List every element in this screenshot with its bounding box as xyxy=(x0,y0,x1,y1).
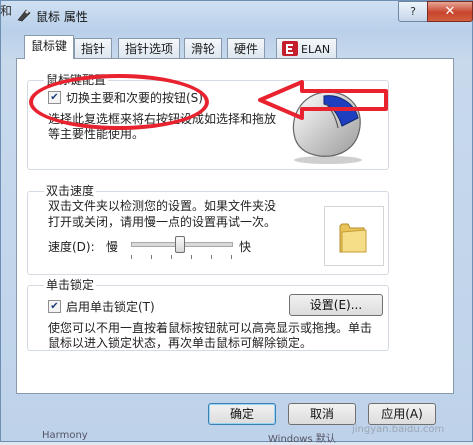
mouse-app-icon xyxy=(17,9,31,22)
close-button[interactable]: ✕ xyxy=(427,1,473,22)
slider-tick xyxy=(171,255,172,259)
watermark: jingyan.baidu.com xyxy=(352,424,445,435)
slider-tick xyxy=(231,255,232,259)
tab-hardware[interactable]: 硬件 xyxy=(227,38,266,58)
speed-fast-label: 快 xyxy=(239,240,252,254)
help-button[interactable]: ? xyxy=(398,1,428,22)
tab-elan-label: ELAN xyxy=(301,43,331,56)
annotation-ellipse xyxy=(29,74,209,130)
folder-icon[interactable] xyxy=(338,220,368,254)
tab-pointer-options[interactable]: 指针选项 xyxy=(118,38,181,58)
annotation-arrow-icon xyxy=(258,80,388,120)
slider-tick xyxy=(151,255,152,259)
elan-icon xyxy=(282,41,298,56)
click-lock-checkbox[interactable]: ✔ xyxy=(48,300,61,313)
speed-slow-label: 慢 xyxy=(106,240,119,254)
tab-buttons[interactable]: 鼠标键 xyxy=(24,35,75,59)
tab-pointers[interactable]: 指针 xyxy=(74,38,113,58)
ok-button[interactable]: 确定 xyxy=(208,403,276,425)
window-title: 鼠标 属性 xyxy=(36,10,88,24)
tab-wheel[interactable]: 滑轮 xyxy=(184,38,223,58)
click-lock-desc-line2: 鼠标以进入锁定状态，再次单击鼠标可解除锁定。 xyxy=(48,336,313,350)
double-click-desc-line1: 双击文件夹以检测您的设置。如果文件夹没 xyxy=(48,199,277,213)
speed-slider-thumb[interactable] xyxy=(175,236,185,253)
slider-tick xyxy=(191,255,192,259)
apply-button[interactable]: 应用(A) xyxy=(368,403,436,425)
background-text-right: Windows 默认 xyxy=(268,434,336,445)
click-lock-group-label: 单击锁定 xyxy=(44,276,97,293)
double-click-desc-line2: 打开或关闭，请用慢一点的设置再试一次。 xyxy=(48,215,277,229)
click-lock-settings-button[interactable]: 设置(E)... xyxy=(289,294,383,316)
background-text-left: Harmony xyxy=(42,430,88,441)
click-lock-label[interactable]: 启用单击锁定(T) xyxy=(66,298,155,315)
speed-label: 速度(D): xyxy=(48,240,95,254)
slider-tick xyxy=(131,255,132,259)
cancel-button[interactable]: 取消 xyxy=(288,403,356,425)
slider-tick xyxy=(211,255,212,259)
